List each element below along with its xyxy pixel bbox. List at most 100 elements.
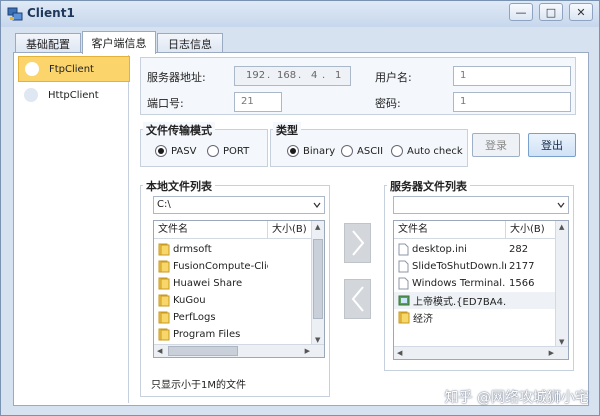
radio-unchecked-icon: [341, 145, 353, 157]
file-row[interactable]: SlideToShutDown.lnk 2177: [394, 258, 556, 275]
window-title: Client1: [27, 6, 75, 20]
file-row[interactable]: Huawei Share: [154, 275, 312, 292]
radio-ascii[interactable]: ASCII: [341, 145, 383, 157]
server-config-panel: 服务器地址: 192 . 168 . 4 . 1 端口号: 21 用户名: 1 …: [140, 57, 576, 115]
server-vertical-scrollbar[interactable]: ▲ ▼: [555, 221, 568, 347]
local-file-list[interactable]: 文件名 大小(B) drmsoft FusionCompute-Clie... Hu…: [153, 220, 325, 358]
file-icon: [398, 243, 409, 256]
file-name: Huawei Share: [173, 278, 243, 289]
client-window: Client1 — □ ✕ 基础配置 客户端信息 日志信息 FtpClient …: [0, 0, 600, 416]
file-row[interactable]: drmsoft: [154, 241, 312, 258]
file-row[interactable]: desktop.ini 282: [394, 241, 556, 258]
folder-icon: [158, 294, 170, 307]
title-bar[interactable]: Client1 — □ ✕: [1, 1, 599, 27]
folder-icon: [158, 277, 170, 290]
port-input[interactable]: 21: [234, 92, 282, 112]
scroll-thumb[interactable]: [313, 239, 323, 319]
column-header-size[interactable]: 大小(B): [268, 221, 312, 239]
tab-log-info[interactable]: 日志信息: [157, 33, 223, 53]
file-size: 282: [509, 244, 529, 255]
radio-label: Auto check: [407, 145, 463, 157]
radio-checked-icon: [155, 145, 167, 157]
file-name: FusionCompute-Clie...: [173, 261, 268, 272]
server-ip-input[interactable]: 192 . 168 . 4 . 1: [234, 66, 351, 86]
tab-label: 日志信息: [168, 37, 212, 51]
file-row[interactable]: 经济: [394, 309, 556, 326]
radio-label: Binary: [303, 145, 336, 157]
scroll-down-icon[interactable]: ▼: [315, 336, 320, 344]
username-input[interactable]: 1: [453, 66, 571, 86]
scroll-right-icon[interactable]: ▶: [305, 347, 310, 355]
file-icon: [398, 260, 409, 273]
column-header-name[interactable]: 文件名: [394, 221, 506, 239]
local-path-dropdown[interactable]: C:\: [153, 196, 325, 214]
logout-button[interactable]: 登出: [528, 133, 576, 157]
file-name: 经济: [413, 314, 433, 325]
scroll-up-icon[interactable]: ▲: [559, 223, 564, 231]
file-size: 2177: [509, 261, 535, 272]
file-row[interactable]: 上帝模式.{ED7BA4...: [394, 292, 556, 309]
tab-basic-config[interactable]: 基础配置: [15, 33, 81, 53]
maximize-button[interactable]: □: [539, 3, 563, 21]
radio-port[interactable]: PORT: [207, 145, 249, 157]
scroll-right-icon[interactable]: ▶: [549, 349, 554, 357]
scroll-left-icon[interactable]: ◀: [157, 347, 162, 355]
radio-label: PASV: [171, 145, 197, 157]
port-label: 端口号:: [147, 97, 184, 110]
column-header-name[interactable]: 文件名: [154, 221, 268, 239]
local-vertical-scrollbar[interactable]: ▲ ▼: [311, 221, 324, 345]
column-header-size[interactable]: 大小(B): [506, 221, 556, 239]
radio-label: PORT: [223, 145, 250, 157]
tab-label: 客户端信息: [91, 37, 147, 50]
server-horizontal-scrollbar[interactable]: ◀ ▶: [394, 346, 568, 359]
radio-pasv[interactable]: PASV: [155, 145, 196, 157]
file-row[interactable]: Program Files: [154, 326, 312, 343]
radio-unchecked-icon: [391, 145, 403, 157]
minimize-button[interactable]: —: [509, 3, 533, 21]
password-input[interactable]: 1: [453, 92, 571, 112]
tab-label: 基础配置: [26, 37, 70, 51]
type-group: 类型 Binary ASCII Auto check: [270, 122, 468, 167]
scroll-up-icon[interactable]: ▲: [315, 223, 320, 231]
transfer-mode-group: 文件传输模式 PASV PORT: [140, 122, 268, 167]
radio-checked-icon: [287, 145, 299, 157]
close-button[interactable]: ✕: [569, 3, 593, 21]
upload-button[interactable]: [344, 223, 371, 263]
list-item-label: FtpClient: [49, 63, 94, 75]
file-name: desktop.ini: [412, 244, 467, 255]
server-files-group: 服务器文件列表 文件名 大小(B) desktop.ini 282 SlideToS…: [384, 178, 574, 371]
file-size: 1566: [509, 278, 535, 289]
minimize-icon: —: [515, 5, 527, 19]
tab-client-info[interactable]: 客户端信息: [82, 31, 156, 54]
file-row[interactable]: Windows Terminal.lnk1566: [394, 275, 556, 292]
radio-binary[interactable]: Binary: [287, 145, 335, 157]
unselected-dot-icon: [24, 88, 38, 102]
scroll-left-icon[interactable]: ◀: [397, 349, 402, 357]
type-title: 类型: [273, 122, 301, 138]
password-label: 密码:: [375, 97, 401, 110]
local-horizontal-scrollbar[interactable]: ◀ ▶: [154, 344, 324, 357]
scroll-down-icon[interactable]: ▼: [559, 338, 564, 346]
file-icon: [398, 277, 409, 290]
server-path-dropdown[interactable]: [393, 196, 569, 214]
file-name: SlideToShutDown.lnk: [412, 261, 506, 272]
ip-octet: 192: [246, 70, 266, 81]
maximize-icon: □: [545, 5, 557, 19]
client-type-list: FtpClient HttpClient: [16, 55, 130, 403]
server-file-list[interactable]: 文件名 大小(B) desktop.ini 282 SlideToShutDown.…: [393, 220, 569, 360]
file-row[interactable]: PerfLogs: [154, 309, 312, 326]
list-item-label: HttpClient: [48, 89, 99, 101]
close-icon: ✕: [576, 5, 586, 19]
list-item-ftpclient[interactable]: FtpClient: [18, 56, 130, 82]
login-button[interactable]: 登录: [472, 133, 520, 157]
folder-icon: [158, 243, 170, 256]
local-path-value: C:\: [157, 199, 171, 210]
chevron-down-icon: [557, 202, 565, 208]
file-row[interactable]: FusionCompute-Clie...: [154, 258, 312, 275]
list-item-httpclient[interactable]: HttpClient: [18, 82, 130, 108]
radio-auto-check[interactable]: Auto check: [391, 145, 463, 157]
ip-octet: 4: [311, 70, 318, 81]
download-button[interactable]: [344, 279, 371, 319]
scroll-thumb[interactable]: [168, 346, 238, 356]
file-row[interactable]: KuGou: [154, 292, 312, 309]
